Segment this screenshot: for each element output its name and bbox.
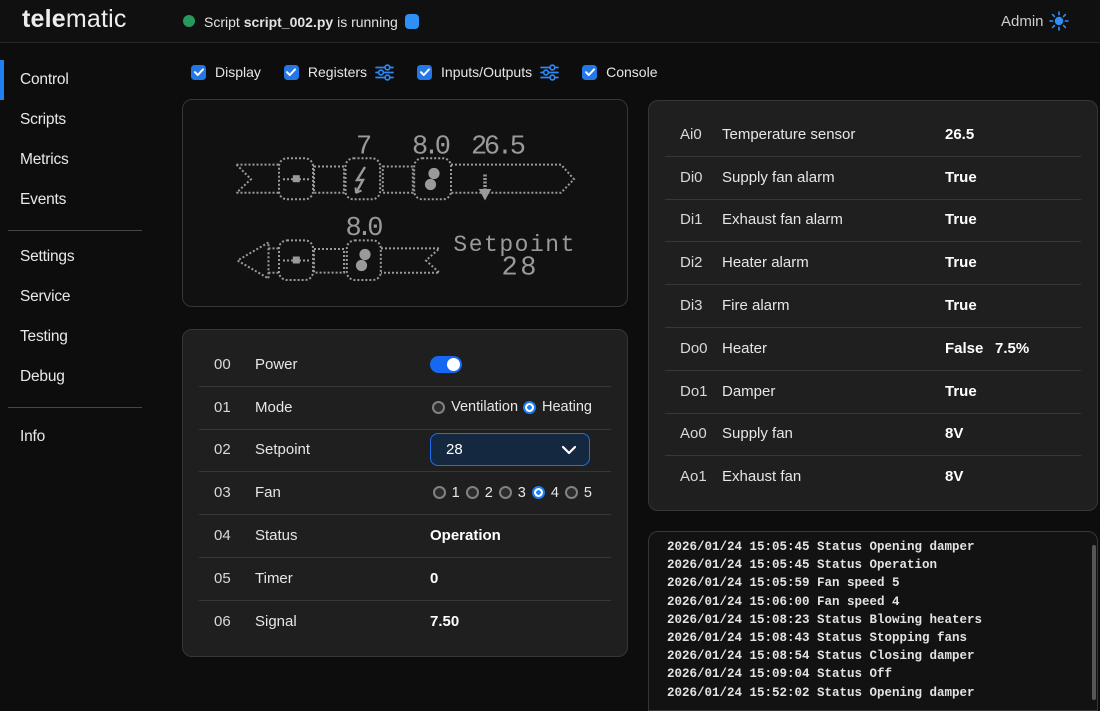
svg-text:8.0: 8.0 xyxy=(346,214,384,244)
svg-text:8.0: 8.0 xyxy=(412,132,451,162)
svg-text:26.5: 26.5 xyxy=(471,132,526,162)
svg-text:7: 7 xyxy=(356,132,372,162)
